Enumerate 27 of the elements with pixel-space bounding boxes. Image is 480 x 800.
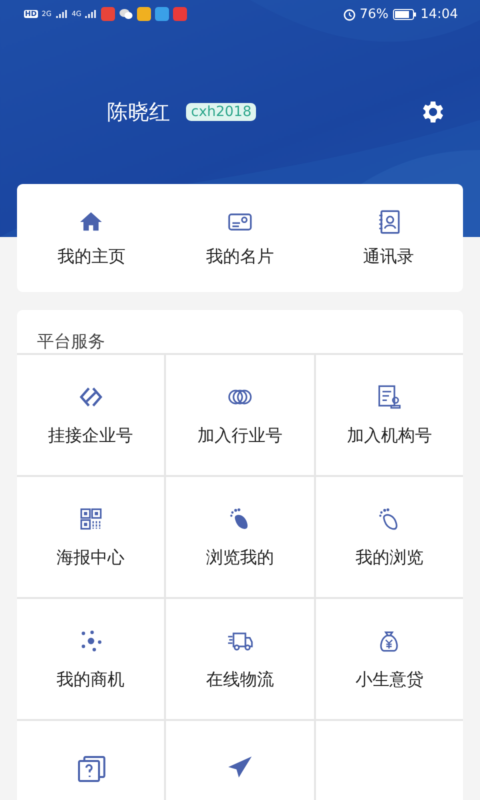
service-item[interactable]: 加入机构号 (316, 355, 463, 475)
signal-icon (56, 9, 68, 19)
service-item[interactable]: 挂接企业号 (17, 355, 164, 475)
alarm-icon (342, 8, 356, 20)
app-icon (137, 7, 152, 21)
shortcut-item[interactable]: 我的名片 (166, 184, 314, 292)
service-item[interactable]: 小生意贷 (316, 599, 463, 719)
clock-time: 14:04 (420, 6, 458, 22)
app-icon (155, 7, 170, 21)
service-item[interactable]: 在线物流 (166, 599, 314, 719)
user-name: 陈晓红 (107, 99, 170, 126)
service-item[interactable]: 我的浏览 (316, 477, 463, 597)
service-item[interactable]: 加入行业号 (166, 355, 314, 475)
service-item[interactable]: 海报中心 (17, 477, 164, 597)
app-icon (101, 7, 116, 21)
chat-icon (119, 8, 134, 20)
service-item[interactable]: 浏览我的 (166, 477, 314, 597)
user-id-badge: cxh2018 (186, 103, 256, 121)
qr-code-icon (78, 506, 104, 532)
shortcut-item[interactable]: 我的主页 (17, 184, 166, 292)
shortcut-item[interactable]: 通讯录 (314, 184, 463, 292)
service-item[interactable]: 我的商机 (17, 599, 164, 719)
app-icon (173, 7, 188, 21)
battery-percent: 76% (360, 6, 389, 22)
signal-icon (85, 9, 98, 19)
document-person-icon (376, 384, 402, 410)
battery-icon (392, 8, 417, 20)
